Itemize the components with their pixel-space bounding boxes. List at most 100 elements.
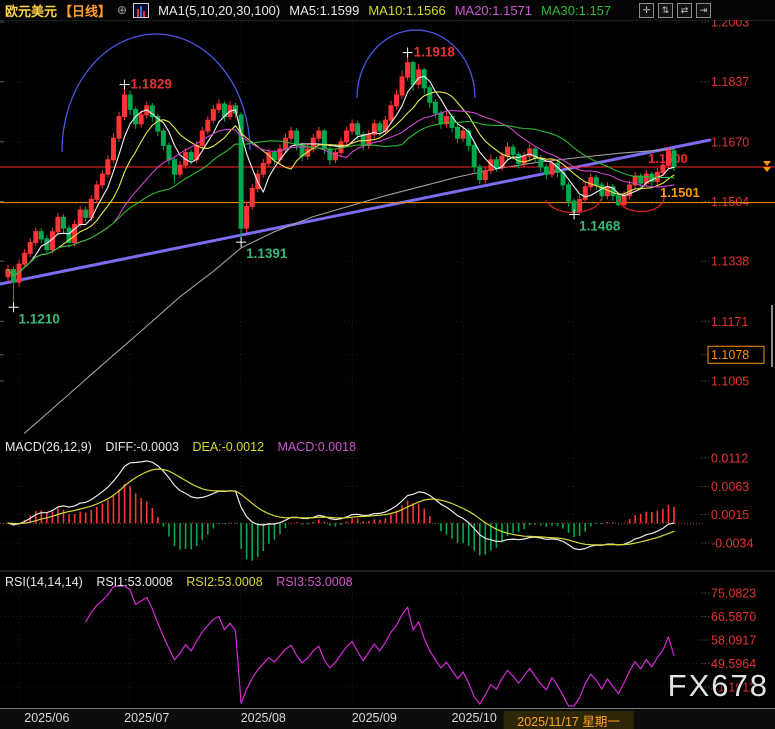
rsi-axis-label: 75.0823 <box>711 587 756 601</box>
candle-body <box>272 153 276 160</box>
candle-body <box>550 163 554 174</box>
price-axis-label: 1.1338 <box>711 255 749 269</box>
candle-body <box>672 151 676 167</box>
candle-body <box>483 171 487 180</box>
ma100-line <box>25 149 674 433</box>
candle-body <box>167 145 171 159</box>
candle-body <box>472 145 476 167</box>
extreme-price-label: 1.1829 <box>131 77 172 92</box>
candle-body <box>439 113 443 124</box>
candle-body <box>411 63 415 85</box>
ma5-value: MA5:1.1599 <box>289 3 359 18</box>
macd-label: MACD(26,12,9) <box>5 440 92 454</box>
rsi3-value: RSI3:53.0008 <box>276 575 352 589</box>
price-marker-icon <box>763 167 771 172</box>
extreme-price-label: 1.1210 <box>19 311 60 326</box>
rsi-axis-label: 58.0917 <box>711 633 756 647</box>
rsi-header: RSI(14,14,14) RSI1:53.0008 RSI2:53.0008 … <box>5 575 363 589</box>
candle-body <box>544 167 548 174</box>
candle-body <box>567 185 571 201</box>
x-axis-month-label: 2025/06 <box>24 711 69 725</box>
price-axis-label: 1.2003 <box>711 20 749 30</box>
candle-body <box>217 104 221 109</box>
macd-axis-label: 0.0015 <box>711 508 749 522</box>
candle-body <box>506 147 510 156</box>
top-pattern-arc <box>62 34 250 152</box>
candle-body <box>661 165 665 172</box>
price-marker-icon <box>763 161 771 166</box>
candle-body <box>39 232 43 239</box>
candle-body <box>356 124 360 135</box>
macd-dea-value: DEA:-0.0012 <box>192 440 264 454</box>
x-axis-month-label: 2025/07 <box>124 711 169 725</box>
rsi-label: RSI(14,14,14) <box>5 575 83 589</box>
scroll-right-icon[interactable]: ⇥ <box>696 3 711 18</box>
candle-body <box>378 124 382 131</box>
candle-body <box>206 120 210 131</box>
candle-body <box>467 131 471 145</box>
candle-body <box>322 131 326 149</box>
candle-body <box>578 199 582 212</box>
pan-icon[interactable]: ✛ <box>639 3 654 18</box>
candle-body <box>111 138 115 160</box>
ma30-value: MA30:1.157 <box>541 3 611 18</box>
price-axis-label: 1.1171 <box>711 315 748 329</box>
candle-body <box>478 167 482 180</box>
ma10-line <box>8 92 674 276</box>
candle-body <box>100 174 104 185</box>
zoom-horizontal-icon[interactable]: ⇄ <box>677 3 692 18</box>
candle-body <box>211 109 215 120</box>
symbol-title: 欧元美元 <box>5 1 57 20</box>
extreme-price-label: 1.1391 <box>246 246 288 261</box>
add-indicator-icon[interactable]: ⊕ <box>117 3 127 17</box>
x-axis-month-label: 2025/10 <box>452 711 497 725</box>
candle-body <box>250 189 254 207</box>
candle-body <box>106 160 110 174</box>
candle-body <box>50 232 54 250</box>
candle-body <box>622 196 626 205</box>
candle-body <box>666 151 670 165</box>
candle-body <box>589 178 593 187</box>
candle-body <box>395 95 399 106</box>
candle-body <box>56 217 60 231</box>
candle-body <box>128 95 132 109</box>
rsi-axis-label: 66.5870 <box>711 610 756 624</box>
candle-body <box>494 160 498 167</box>
main-price-chart[interactable]: 1.20031.18371.16701.15041.13381.11711.10… <box>0 20 775 435</box>
candle-body <box>84 210 88 217</box>
candle-body <box>428 88 432 102</box>
ma-group-label: MA1(5,10,20,30,100) <box>158 3 280 18</box>
ma20-line <box>8 111 674 276</box>
candle-body <box>261 163 265 174</box>
x-axis-month-label: 2025/08 <box>241 711 286 725</box>
candle-body <box>245 207 249 229</box>
candle-body <box>139 115 143 124</box>
price-axis-label: 1.1670 <box>711 135 749 149</box>
candle-body <box>400 77 404 95</box>
candle-body <box>123 95 127 117</box>
candle-body <box>511 147 515 154</box>
candle-body <box>350 124 354 131</box>
candle-body <box>89 199 93 217</box>
ma20-value: MA20:1.1571 <box>455 3 532 18</box>
candle-body <box>345 131 349 142</box>
rsi-chart[interactable]: 75.082366.587058.091749.596441.1011 <box>0 572 775 708</box>
price-axis-label: 1.1078 <box>711 348 749 362</box>
macd-diff-value: DIFF:-0.0003 <box>105 440 179 454</box>
candle-body <box>173 160 177 174</box>
candle-body <box>62 217 66 228</box>
chart-type-icon[interactable] <box>133 3 149 18</box>
candle-body <box>295 131 299 145</box>
macd-chart[interactable]: 0.01120.00630.0015-0.0034 <box>0 435 775 572</box>
candle-body <box>189 153 193 160</box>
zoom-vertical-icon[interactable]: ⇅ <box>658 3 673 18</box>
ma10-value: MA10:1.1566 <box>368 3 445 18</box>
candle-body <box>406 63 410 77</box>
extreme-price-label: 1.1468 <box>579 218 621 233</box>
candle-body <box>328 149 332 160</box>
candle-body <box>95 185 99 199</box>
candle-body <box>317 131 321 138</box>
x-axis: 2025/062025/072025/082025/092025/102025/… <box>0 708 775 729</box>
title-bar: 欧元美元 【日线】 ⊕ MA1(5,10,20,30,100) MA5:1.15… <box>0 0 775 21</box>
macd-axis-label: 0.0112 <box>711 452 748 466</box>
